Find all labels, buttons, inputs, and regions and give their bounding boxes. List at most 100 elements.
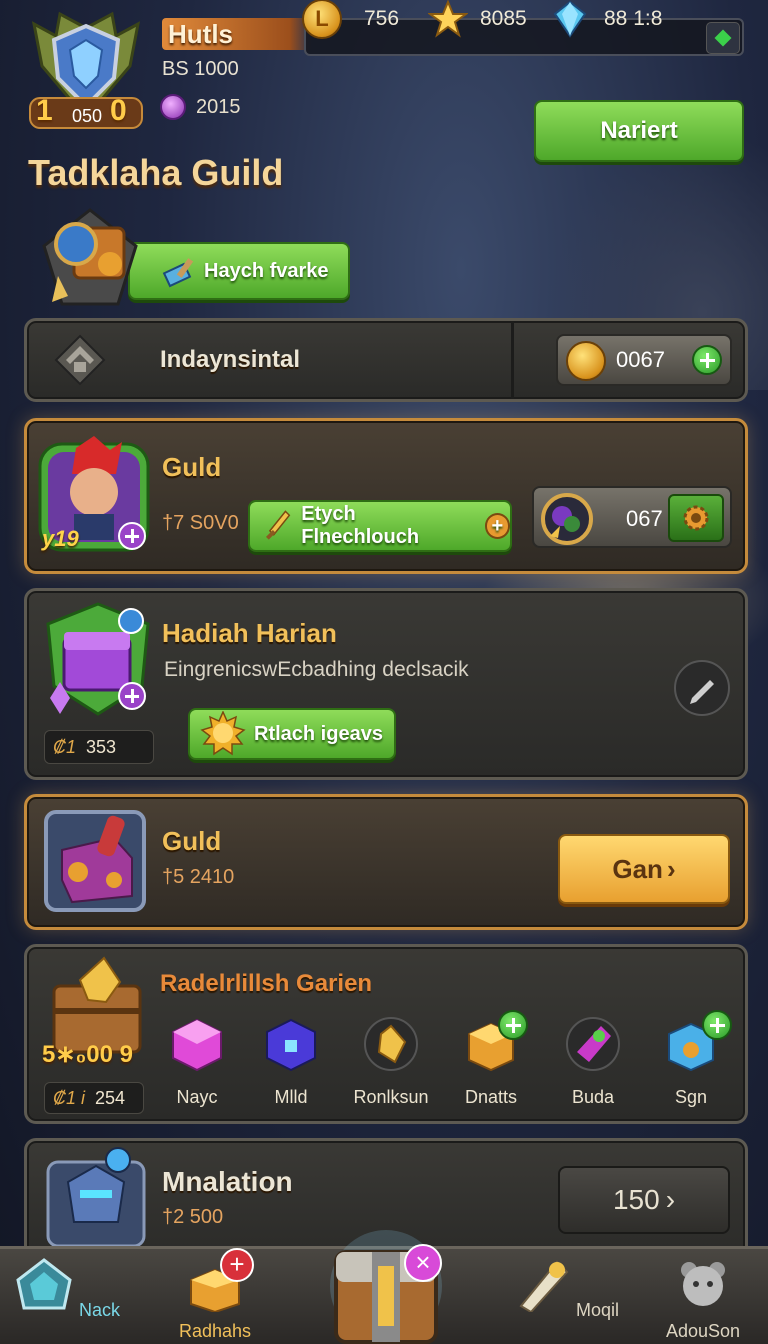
- reward-item[interactable]: Nayc: [152, 1016, 242, 1108]
- reward-garden-counter: ₡1 i 254: [44, 1082, 144, 1114]
- guild-secondary-go-button[interactable]: Gan ›: [558, 834, 730, 904]
- reward-item[interactable]: Ronlksun: [346, 1016, 436, 1108]
- reward-item[interactable]: Dnatts: [446, 1010, 536, 1108]
- panel-guild-primary-title: Guld: [162, 452, 222, 482]
- reward-garden-counter-value: 254: [95, 1087, 126, 1108]
- gem-value: 2015: [196, 95, 241, 118]
- daily-reward-claim-button[interactable]: Rtlach igeavs: [188, 708, 396, 760]
- guild-secondary-go-label: Gan: [612, 853, 663, 884]
- gold-coin-icon: [566, 341, 606, 381]
- nav-item-label: Moqil: [576, 1300, 620, 1320]
- close-icon[interactable]: ×: [404, 1244, 442, 1282]
- pencil-icon: [690, 680, 714, 704]
- nav-item-adouson[interactable]: AdouSon: [648, 1256, 758, 1342]
- mnalation-portrait[interactable]: [46, 1142, 146, 1246]
- reward-item[interactable]: Buda: [548, 1016, 638, 1108]
- guild-primary-counter[interactable]: 067: [532, 486, 732, 548]
- nariert-button[interactable]: Nariert: [534, 100, 744, 162]
- edit-button[interactable]: [674, 660, 730, 716]
- reward-item-label: Dnatts: [464, 1087, 518, 1107]
- bear-icon: [681, 1262, 725, 1306]
- resource-coin[interactable]: L 756: [302, 0, 400, 39]
- guild-badge[interactable]: [38, 206, 142, 310]
- guild-secondary-chest[interactable]: [44, 810, 146, 912]
- info-badge-icon: [118, 608, 144, 634]
- gem-counter: 2015: [160, 94, 241, 120]
- reward-item-label: Ronlksun: [353, 1087, 429, 1107]
- daily-reward-add-icon[interactable]: [118, 682, 146, 710]
- sun-coin-icon: [200, 711, 246, 756]
- mnalation-button-label: 150: [612, 1184, 660, 1215]
- panel-guild-primary-sub: †7 S0V0: [162, 512, 239, 534]
- robot-avatar-icon: [46, 1147, 146, 1246]
- guild-secondary-sub: †5 2410: [162, 866, 235, 888]
- emblem-level-right: 0: [110, 94, 127, 127]
- resource-crystal-value: 88 1:8: [604, 7, 663, 30]
- nav-item-moqil[interactable]: Moqil: [510, 1256, 620, 1321]
- sword-icon: [265, 510, 291, 540]
- resource-crystal[interactable]: 88 1:8: [552, 0, 662, 38]
- player-name: Hutls: [162, 18, 312, 50]
- panel-indaynsintal-counter[interactable]: 0067: [556, 334, 732, 386]
- reward-item-label: Buda: [571, 1087, 615, 1107]
- daily-reward-chest[interactable]: [40, 602, 156, 718]
- add-resource-button[interactable]: [706, 22, 740, 54]
- panel-indaynsintal-title: Indaynsintal: [160, 346, 301, 373]
- emerald-icon: [566, 1017, 620, 1071]
- daily-reward-counter-value: 353: [86, 736, 117, 757]
- nav-item-nack[interactable]: Nack: [12, 1256, 122, 1321]
- mnalation-button[interactable]: 150 ›: [558, 1166, 730, 1234]
- resource-star[interactable]: 8085: [428, 0, 527, 38]
- hero-level: y19: [42, 526, 79, 551]
- emblem-level-mid: 050: [72, 106, 103, 126]
- mnalation-sub: †2 500: [162, 1206, 224, 1228]
- gold-gem-icon: [364, 1017, 418, 1071]
- guild-primary-counter-value: 067: [626, 506, 663, 531]
- guild-badge-button[interactable]: Haych fvarke: [128, 242, 350, 300]
- add-coins-icon[interactable]: [692, 345, 722, 375]
- star-icon: [428, 0, 468, 38]
- compass-icon: [541, 493, 593, 545]
- nav-item-label: AdouSon: [665, 1321, 741, 1341]
- gem-icon: [160, 94, 186, 120]
- reward-item-label: Mlld: [274, 1087, 308, 1107]
- coin-icon: L: [302, 0, 342, 39]
- reward-item[interactable]: Sgn: [646, 1010, 736, 1108]
- guild-title: Tadklaha Guild: [28, 152, 284, 193]
- guild-badge-button-label: Haych fvarke: [204, 259, 329, 282]
- nav-item-label: Radhahs: [178, 1321, 252, 1341]
- hero-add-icon[interactable]: [118, 522, 146, 550]
- emblem-level-left: 1: [36, 94, 53, 127]
- daily-reward-counter: ₡1 353: [44, 730, 154, 764]
- reward-item-label: Nayc: [176, 1087, 218, 1107]
- daily-reward-desc: EingrenicswEcbadhing declsacik: [164, 658, 469, 681]
- chevron-right-icon: ›: [665, 1184, 676, 1215]
- player-subtitle: BS 1000: [162, 58, 239, 80]
- resource-coin-value: 756: [364, 7, 400, 30]
- reward-garden-title: Radelrlillsh Garien: [160, 970, 373, 997]
- hero-portrait[interactable]: y19: [36, 434, 152, 554]
- nav-item-label: Nack: [79, 1300, 121, 1320]
- guild-primary-action-label: Etych Flnechlouch: [301, 503, 420, 548]
- reward-add-icon[interactable]: [702, 1010, 732, 1040]
- currency-icon: ₡1: [53, 736, 77, 757]
- guild-primary-action-button[interactable]: Etych Flnechlouch +: [248, 500, 512, 552]
- magenta-chest-icon: [44, 810, 146, 912]
- reward-add-icon[interactable]: [498, 1010, 528, 1040]
- hammer-icon: [162, 258, 194, 288]
- reward-item-label: Sgn: [674, 1087, 708, 1107]
- nav-center-chest[interactable]: ×: [330, 1226, 442, 1344]
- nav-item-radhahs[interactable]: + Radhahs: [160, 1248, 270, 1342]
- reward-item[interactable]: Mlld: [246, 1016, 336, 1108]
- guild-badge-icon: [42, 208, 138, 306]
- blue-cube-icon: [266, 1018, 316, 1072]
- gear-button[interactable]: [668, 494, 724, 542]
- reward-garden-chest[interactable]: 5∗₀00 9: [40, 956, 150, 1076]
- mnalation-title: Mnalation: [162, 1166, 293, 1197]
- home-icon: [16, 1258, 72, 1310]
- resource-star-value: 8085: [480, 7, 527, 30]
- scroll-icon: [519, 1260, 569, 1314]
- gear-icon: [683, 505, 709, 531]
- pink-cube-icon: [172, 1018, 222, 1072]
- daily-reward-title: Hadiah Harian: [162, 618, 337, 648]
